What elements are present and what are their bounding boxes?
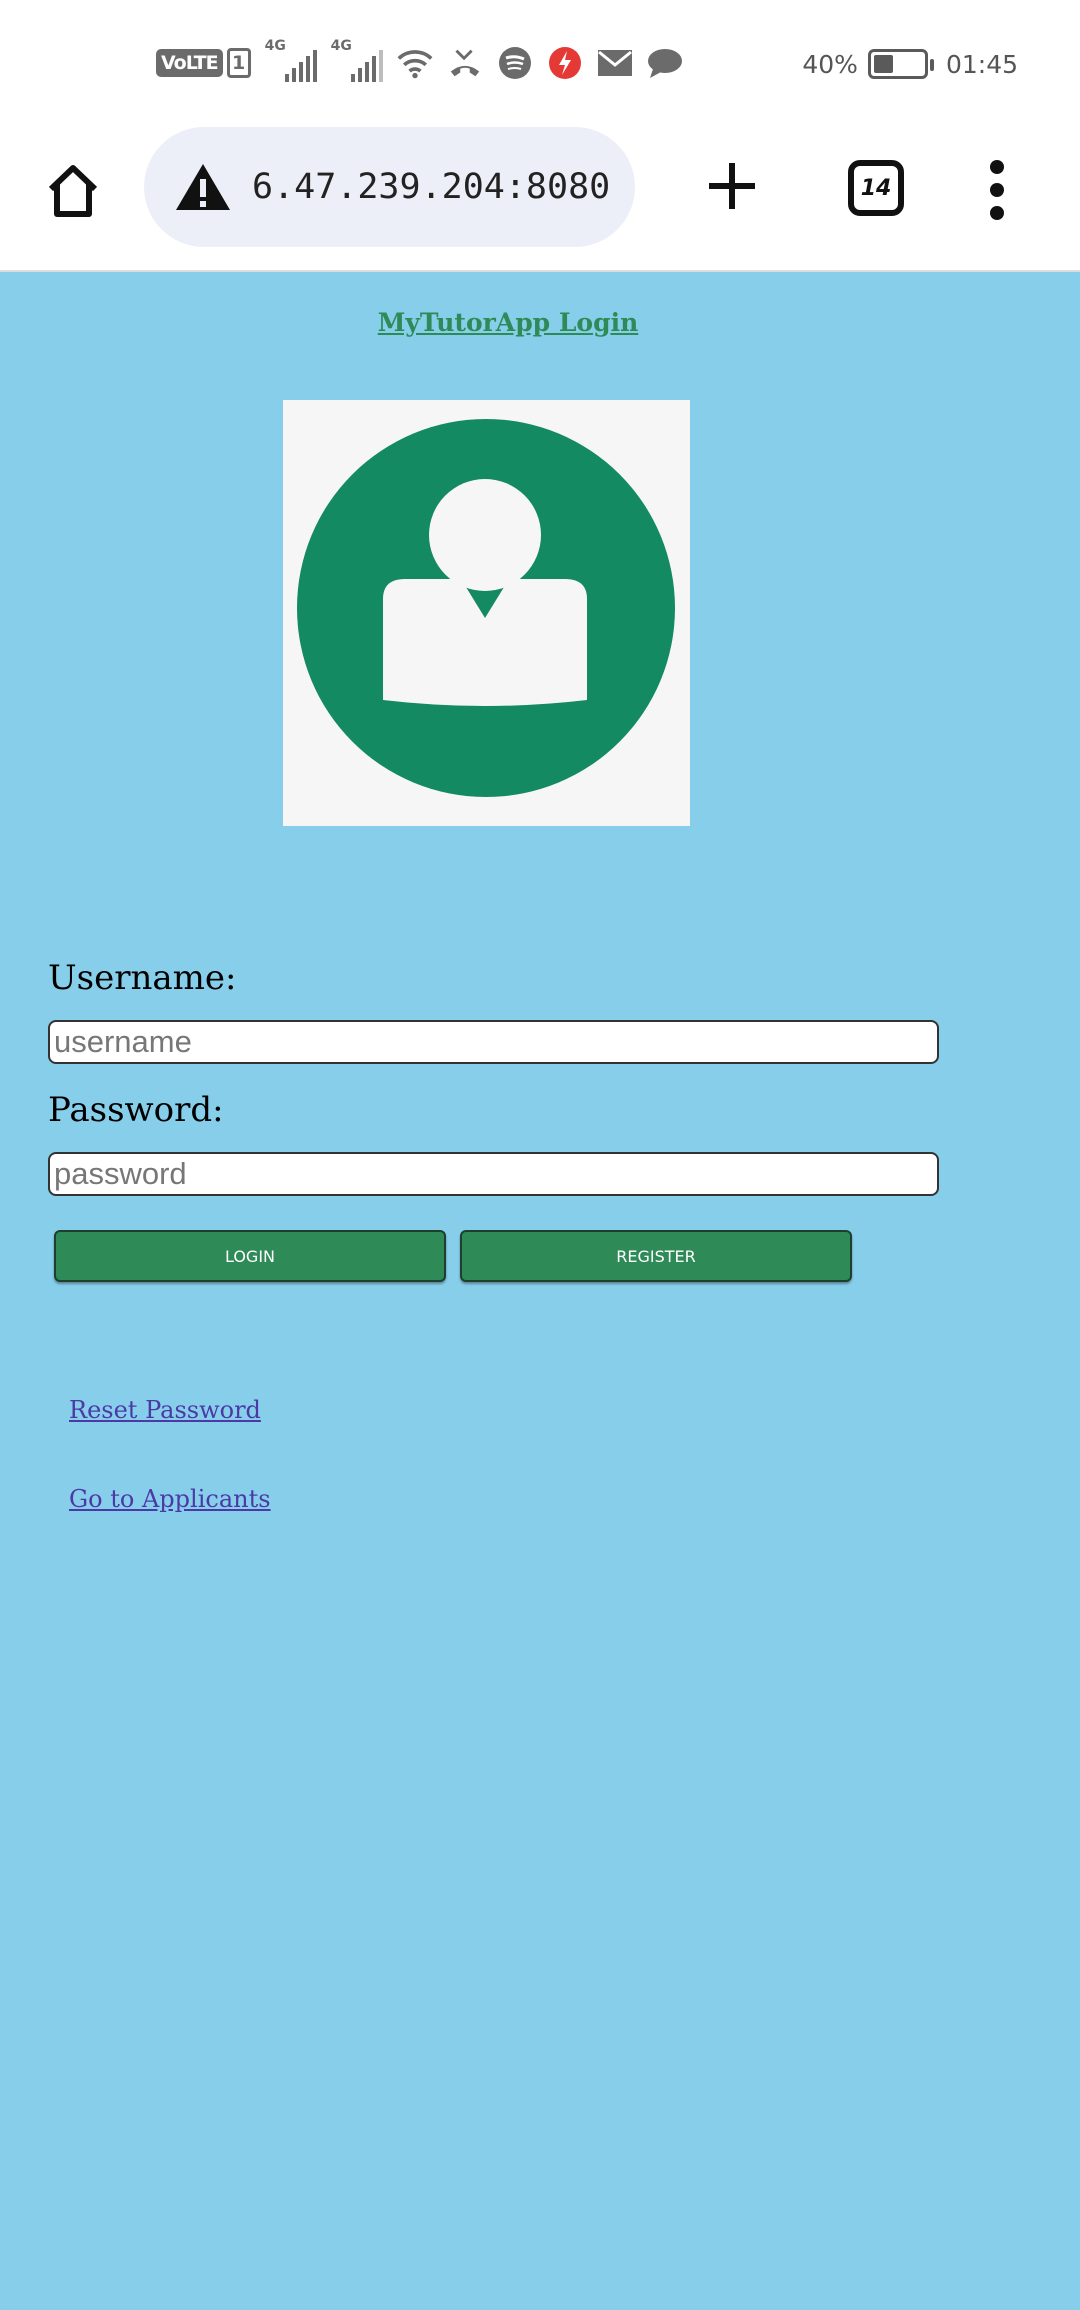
wifi-icon bbox=[397, 45, 433, 81]
login-button[interactable]: LOGIN bbox=[54, 1230, 446, 1282]
plus-icon bbox=[709, 163, 755, 209]
tabs-button[interactable]: 14 bbox=[848, 160, 904, 216]
battery-fill bbox=[873, 55, 893, 73]
username-label: Username: bbox=[48, 958, 237, 998]
more-icon bbox=[990, 160, 1004, 174]
page-title[interactable]: MyTutorApp Login bbox=[0, 308, 1016, 337]
battery-percent: 40% bbox=[802, 49, 858, 79]
clock: 01:45 bbox=[945, 49, 1018, 79]
status-icons-left: VoLTE 1 4G 4G bbox=[156, 38, 683, 84]
message-icon bbox=[647, 45, 683, 81]
signal-icon-2: 4G bbox=[331, 38, 383, 82]
status-bar: VoLTE 1 4G 4G 40% 01:45 bbox=[0, 0, 1080, 124]
home-button[interactable] bbox=[38, 156, 108, 226]
page-content: MyTutorApp Login Username: Password: LOG… bbox=[0, 272, 1080, 2310]
browser-toolbar: 6.47.239.204:8080 14 bbox=[0, 124, 1080, 272]
url-text[interactable]: 6.47.239.204:8080 bbox=[252, 167, 610, 207]
warning-icon[interactable] bbox=[174, 162, 232, 212]
password-input[interactable] bbox=[48, 1152, 939, 1196]
password-label: Password: bbox=[48, 1090, 224, 1130]
avatar-image bbox=[283, 400, 690, 826]
signal-icon: 4G bbox=[265, 38, 317, 82]
address-bar[interactable]: 6.47.239.204:8080 bbox=[144, 127, 635, 247]
more-menu-button[interactable] bbox=[980, 160, 1014, 220]
sim-badge: 1 bbox=[226, 48, 251, 78]
username-input[interactable] bbox=[48, 1020, 939, 1064]
network-type-2: 4G bbox=[330, 38, 352, 54]
battery-icon bbox=[867, 49, 934, 79]
volte-badge: VoLTE bbox=[156, 49, 223, 77]
missed-call-icon bbox=[447, 45, 483, 81]
reset-password-link[interactable]: Reset Password bbox=[69, 1396, 261, 1424]
status-icons-right: 40% 01:45 bbox=[802, 44, 1018, 84]
flash-icon bbox=[547, 45, 583, 81]
register-button[interactable]: REGISTER bbox=[460, 1230, 852, 1282]
home-icon bbox=[48, 165, 98, 217]
mail-icon bbox=[597, 45, 633, 81]
go-to-applicants-link[interactable]: Go to Applicants bbox=[69, 1485, 271, 1513]
new-tab-button[interactable] bbox=[700, 154, 764, 218]
tab-count: 14 bbox=[860, 175, 892, 201]
user-avatar-icon bbox=[297, 419, 675, 797]
network-type-1: 4G bbox=[264, 38, 286, 54]
spotify-icon bbox=[497, 45, 533, 81]
